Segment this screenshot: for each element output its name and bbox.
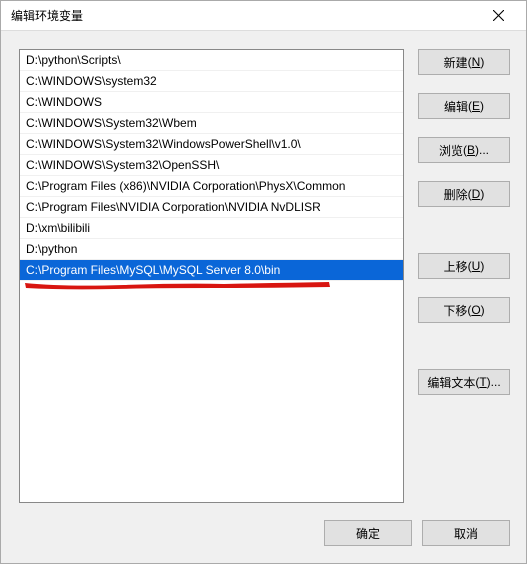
move-up-button[interactable]: 上移(U) — [418, 253, 510, 279]
list-item[interactable]: C:\WINDOWS\system32 — [20, 71, 403, 92]
list-item[interactable]: C:\WINDOWS\System32\OpenSSH\ — [20, 155, 403, 176]
edit-text-button[interactable]: 编辑文本(T)... — [418, 369, 510, 395]
list-item[interactable]: D:\python\Scripts\ — [20, 50, 403, 71]
path-listbox[interactable]: D:\python\Scripts\ C:\WINDOWS\system32 C… — [19, 49, 404, 503]
list-item-selected[interactable]: C:\Program Files\MySQL\MySQL Server 8.0\… — [20, 260, 403, 281]
list-item[interactable]: C:\WINDOWS\System32\Wbem — [20, 113, 403, 134]
edit-env-var-dialog: 编辑环境变量 D:\python\Scripts\ C:\WINDOWS\sys… — [0, 0, 527, 564]
button-sidebar: 新建(N) 编辑(E) 浏览(B)... 删除(D) 上移(U) 下移(O) — [418, 49, 510, 503]
list-item[interactable]: C:\WINDOWS\System32\WindowsPowerShell\v1… — [20, 134, 403, 155]
cancel-button[interactable]: 取消 — [422, 520, 510, 546]
dialog-title: 编辑环境变量 — [11, 7, 83, 24]
list-item[interactable]: C:\WINDOWS — [20, 92, 403, 113]
close-button[interactable] — [478, 2, 518, 30]
list-item[interactable]: D:\python — [20, 239, 403, 260]
content-area: D:\python\Scripts\ C:\WINDOWS\system32 C… — [1, 31, 526, 513]
delete-button[interactable]: 删除(D) — [418, 181, 510, 207]
close-icon — [493, 10, 504, 21]
list-item[interactable]: D:\xm\bilibili — [20, 218, 403, 239]
browse-button[interactable]: 浏览(B)... — [418, 137, 510, 163]
list-item[interactable]: C:\Program Files (x86)\NVIDIA Corporatio… — [20, 176, 403, 197]
move-down-button[interactable]: 下移(O) — [418, 297, 510, 323]
list-item[interactable]: C:\Program Files\NVIDIA Corporation\NVID… — [20, 197, 403, 218]
titlebar: 编辑环境变量 — [1, 1, 526, 31]
new-button[interactable]: 新建(N) — [418, 49, 510, 75]
ok-button[interactable]: 确定 — [324, 520, 412, 546]
edit-button[interactable]: 编辑(E) — [418, 93, 510, 119]
dialog-footer: 确定 取消 — [1, 513, 526, 563]
